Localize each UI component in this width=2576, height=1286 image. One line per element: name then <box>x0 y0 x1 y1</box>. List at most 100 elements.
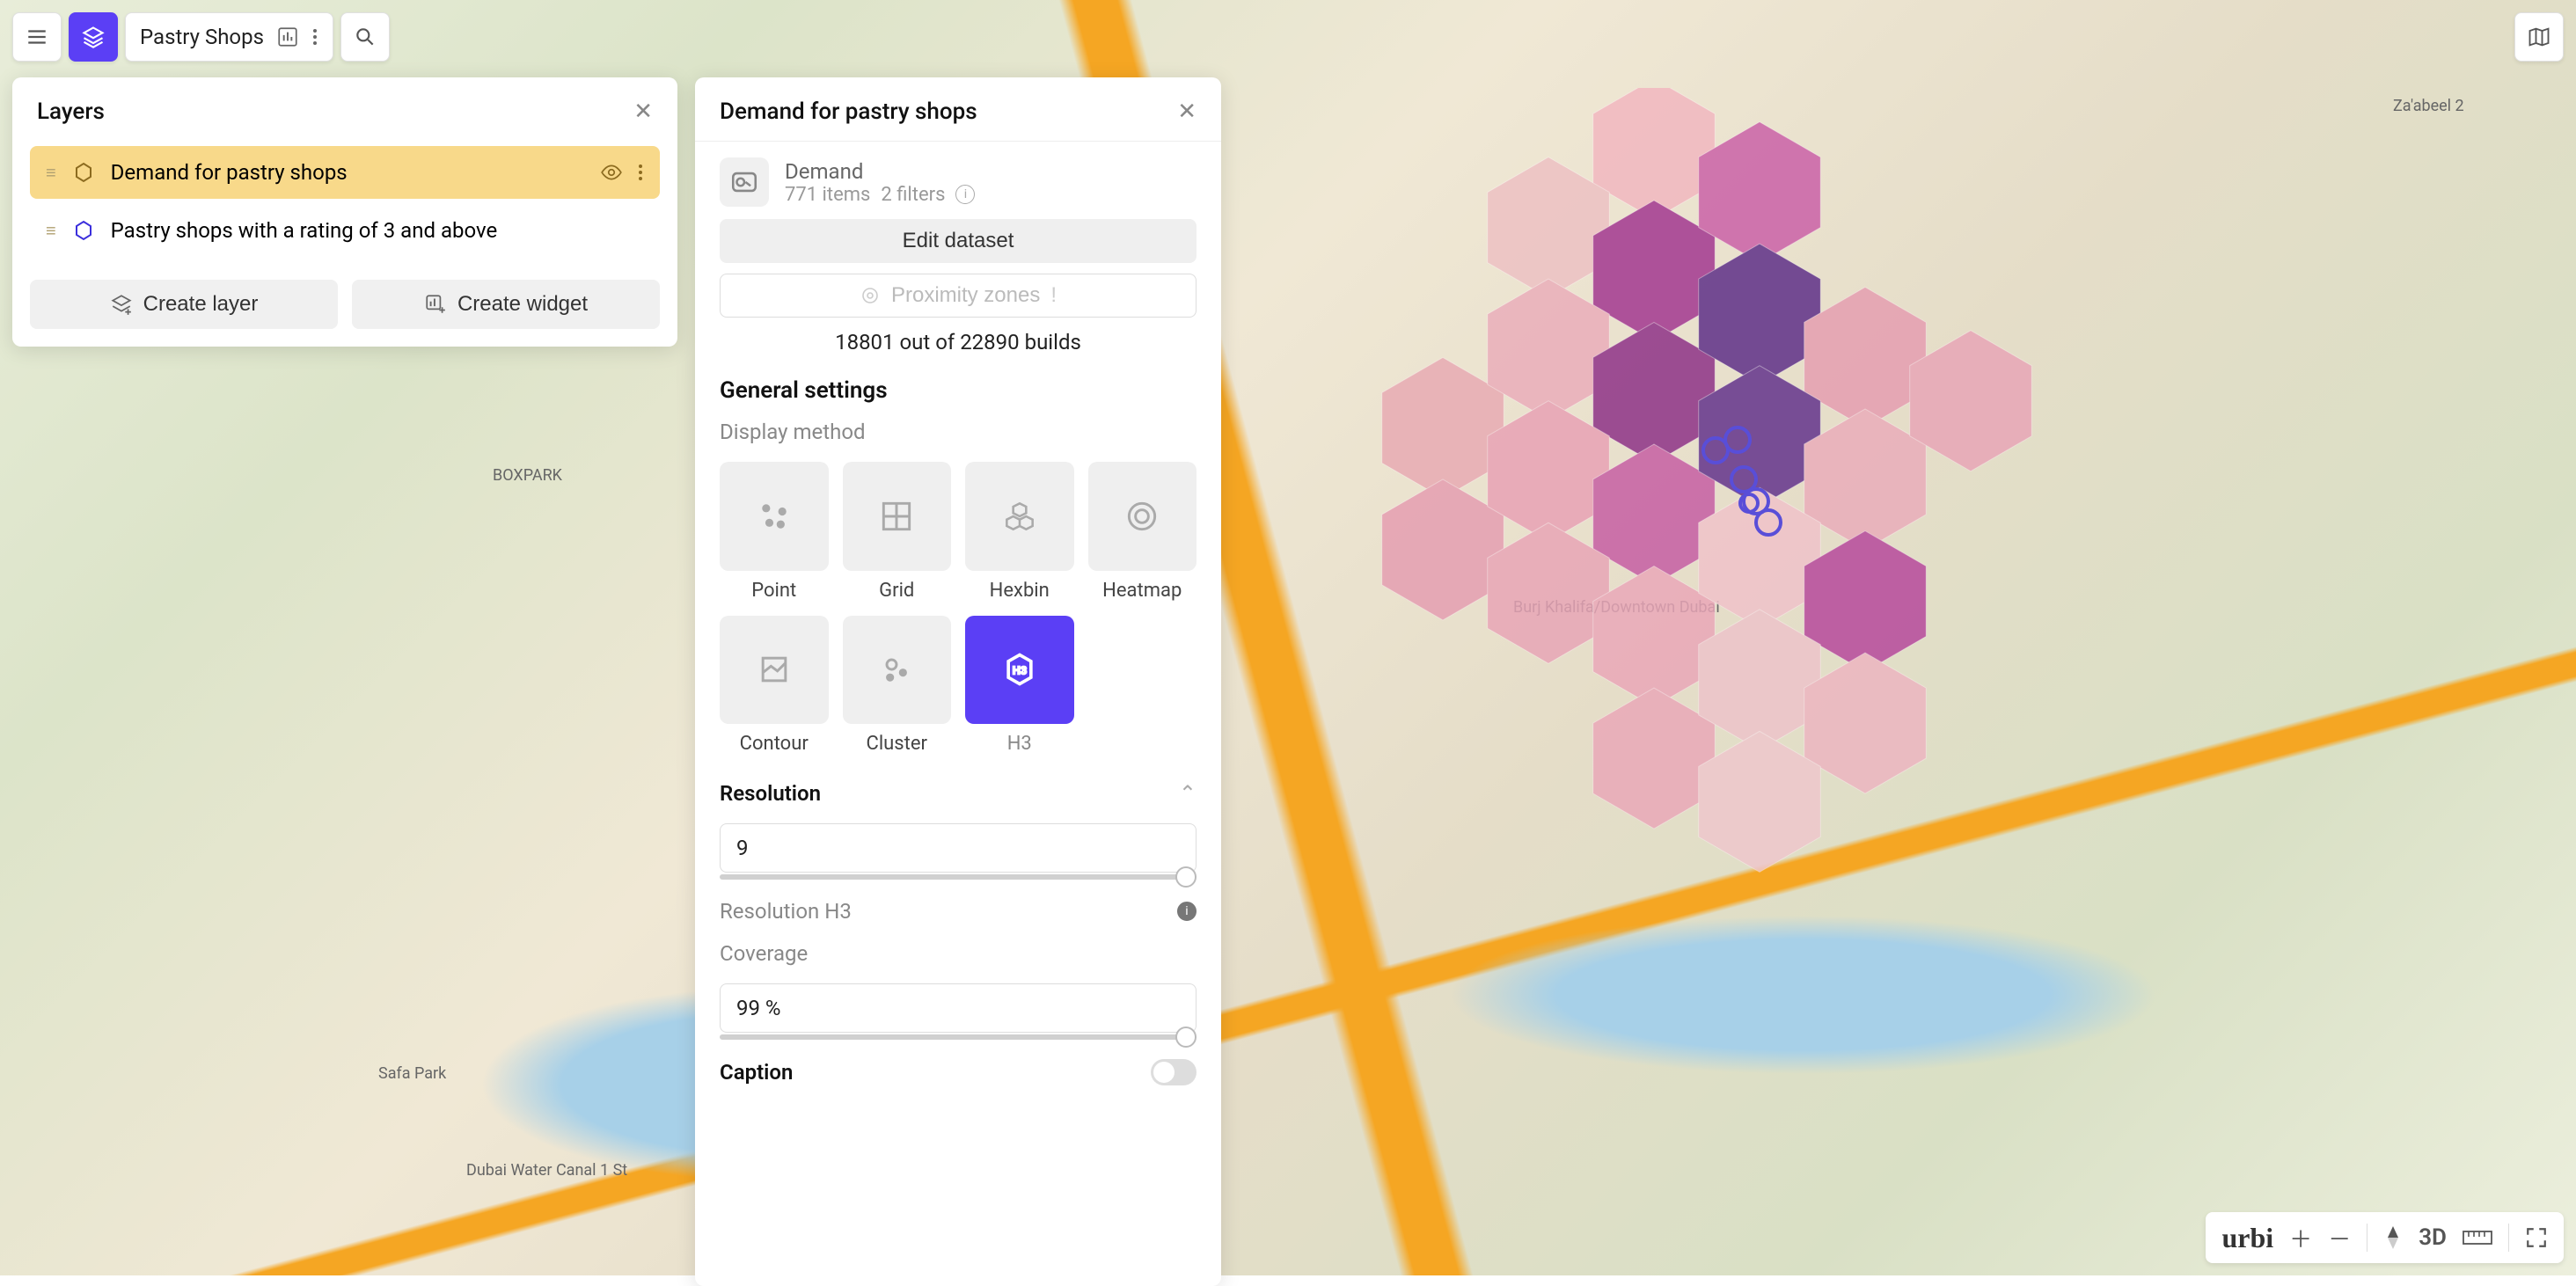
add-layer-icon <box>110 293 133 316</box>
info-icon[interactable]: i <box>1177 902 1197 921</box>
resolution-input[interactable]: 9 <box>720 823 1197 873</box>
proximity-zones-button[interactable]: Proximity zones ! <box>720 274 1197 318</box>
method-h3[interactable]: H3 <box>965 616 1074 725</box>
settings-panel: Demand for pastry shops ✕ Demand 771 ite… <box>695 77 1221 1286</box>
hex-cell[interactable] <box>1593 322 1716 463</box>
point-icon <box>755 497 794 536</box>
cluster-icon <box>877 650 916 689</box>
hex-cell[interactable] <box>1699 731 1821 872</box>
hex-cell[interactable] <box>1804 653 1927 793</box>
hex-cell[interactable] <box>1488 279 1610 420</box>
hex-cell[interactable] <box>1593 566 1716 707</box>
hex-cell[interactable] <box>1699 244 1821 384</box>
svg-text:H3: H3 <box>1013 665 1027 678</box>
fullscreen-button[interactable] <box>2525 1226 2548 1249</box>
builds-text: 18801 out of 22890 builds <box>720 330 1197 354</box>
hex-cell[interactable] <box>1593 201 1716 341</box>
heatmap-icon <box>1123 497 1161 536</box>
layers-toggle-button[interactable] <box>69 12 118 62</box>
hex-cell[interactable] <box>1699 610 1821 750</box>
hex-cell[interactable] <box>1804 409 1927 550</box>
search-icon <box>354 26 377 48</box>
info-icon[interactable]: i <box>955 185 975 204</box>
method-grid[interactable] <box>843 462 952 571</box>
menu-button[interactable] <box>12 12 62 62</box>
layers-panel: Layers ✕ ≡ Demand for pastry shops ≡ Pas… <box>12 77 677 347</box>
create-widget-button[interactable]: Create widget <box>352 280 660 329</box>
layer-row[interactable]: ≡ Demand for pastry shops <box>30 146 660 199</box>
hex-overlay <box>1249 88 2305 1056</box>
zoom-in-button[interactable]: ＋ <box>2289 1222 2312 1254</box>
hex-cell[interactable] <box>1593 688 1716 829</box>
edit-dataset-button[interactable]: Edit dataset <box>720 219 1197 263</box>
hex-cell[interactable] <box>1699 487 1821 628</box>
caption-label: Caption <box>720 1060 793 1085</box>
method-cluster[interactable] <box>843 616 952 725</box>
method-hexbin[interactable] <box>965 462 1074 571</box>
general-settings-title: General settings <box>720 377 1197 404</box>
hex-cell[interactable] <box>1804 287 1927 427</box>
dashboard-icon <box>276 26 299 48</box>
layers-panel-close[interactable]: ✕ <box>633 99 653 125</box>
caption-toggle[interactable] <box>1151 1059 1197 1085</box>
hex-cell[interactable] <box>1593 444 1716 585</box>
method-label: Cluster <box>867 733 927 755</box>
layers-panel-title: Layers <box>37 99 105 125</box>
chevron-up-icon[interactable]: ⌃ <box>1179 781 1197 806</box>
method-heatmap[interactable] <box>1088 462 1197 571</box>
eye-icon[interactable] <box>600 161 623 184</box>
method-label: Grid <box>879 580 914 602</box>
target-icon <box>860 285 881 306</box>
create-layer-label: Create layer <box>143 292 259 317</box>
method-point[interactable] <box>720 462 829 571</box>
resolution-slider[interactable] <box>720 874 1197 880</box>
kebab-icon[interactable] <box>637 162 644 183</box>
hex-cell[interactable] <box>1488 522 1610 663</box>
hex-cell[interactable] <box>1593 88 1716 219</box>
compass-icon <box>2383 1224 2403 1251</box>
search-button[interactable] <box>340 12 390 62</box>
hexagon-icon <box>72 161 95 184</box>
method-label: Heatmap <box>1102 580 1182 602</box>
kebab-icon[interactable] <box>311 26 318 47</box>
hex-cell[interactable] <box>1804 531 1927 672</box>
3d-button[interactable]: 3D <box>2419 1224 2447 1251</box>
map-controls: urbi ＋ － 3D <box>2206 1212 2564 1263</box>
grid-icon <box>877 497 916 536</box>
zoom-out-button[interactable]: － <box>2328 1222 2351 1254</box>
hex-cell[interactable] <box>1699 366 1821 507</box>
method-contour[interactable] <box>720 616 829 725</box>
project-title: Pastry Shops <box>140 25 264 49</box>
hex-cell[interactable] <box>1382 479 1504 620</box>
hex-cell[interactable] <box>1488 401 1610 542</box>
drag-handle-icon[interactable]: ≡ <box>46 220 56 242</box>
fullscreen-icon <box>2525 1226 2548 1249</box>
create-layer-button[interactable]: Create layer <box>30 280 338 329</box>
method-label: Hexbin <box>990 580 1050 602</box>
contour-icon <box>755 650 794 689</box>
ruler-icon <box>2463 1228 2492 1247</box>
drag-handle-icon[interactable]: ≡ <box>46 162 56 184</box>
layer-name: Demand for pastry shops <box>111 160 348 185</box>
create-widget-label: Create widget <box>457 292 588 317</box>
layers-icon <box>81 25 106 49</box>
dataset-row: Demand 771 items 2 filters i <box>720 157 1197 207</box>
hex-cell[interactable] <box>1382 357 1504 498</box>
ruler-button[interactable] <box>2463 1228 2492 1247</box>
coverage-input[interactable]: 99 % <box>720 983 1197 1033</box>
dataset-filters: 2 filters <box>881 184 945 206</box>
hex-cell[interactable] <box>1699 122 1821 263</box>
h3-icon: H3 <box>1000 650 1039 689</box>
minimap-button[interactable] <box>2514 12 2564 62</box>
settings-panel-title: Demand for pastry shops <box>720 99 977 125</box>
layer-row[interactable]: ≡ Pastry shops with a rating of 3 and ab… <box>30 204 660 257</box>
add-widget-icon <box>424 293 447 316</box>
dataset-icon <box>720 157 769 207</box>
coverage-slider[interactable] <box>720 1034 1197 1040</box>
compass-button[interactable] <box>2383 1224 2403 1251</box>
settings-panel-close[interactable]: ✕ <box>1177 99 1197 125</box>
project-title-chip[interactable]: Pastry Shops <box>125 12 333 62</box>
hamburger-icon <box>26 26 48 48</box>
hex-cell[interactable] <box>1488 157 1610 298</box>
hex-cell[interactable] <box>1910 331 2032 471</box>
